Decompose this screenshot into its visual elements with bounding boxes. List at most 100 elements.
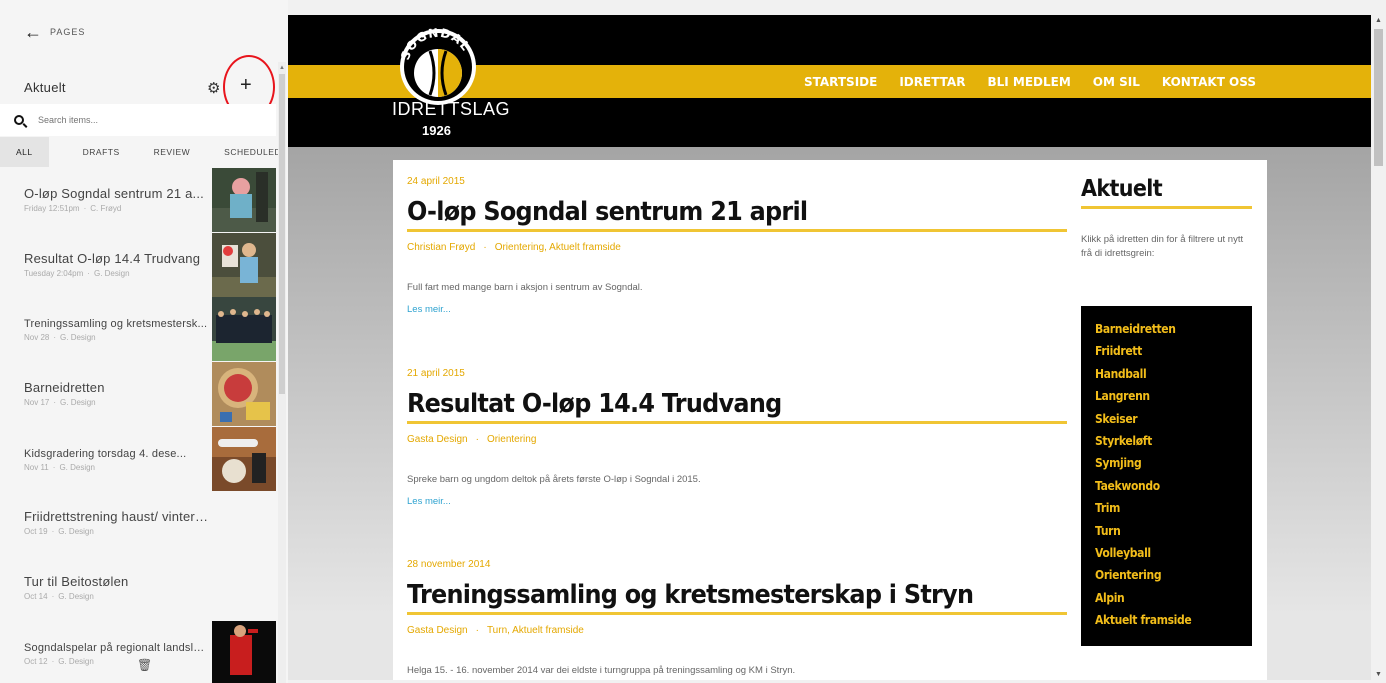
scroll-up-icon[interactable]: ▲ xyxy=(1375,17,1382,24)
post-meta: Gasta Design · Turn, Aktuelt framside xyxy=(407,625,584,636)
item-meta: Friday 12:51pm · C. Frøyd xyxy=(24,204,122,213)
item-title: Treningssamling og kretsmestersk... xyxy=(24,318,208,331)
scrollbar-thumb[interactable] xyxy=(1374,29,1383,166)
category-link[interactable]: Orientering xyxy=(1095,566,1224,588)
item-thumbnail xyxy=(212,232,276,297)
post-title[interactable]: O-løp Sogndal sentrum 21 april xyxy=(407,197,1014,227)
back-label: PAGES xyxy=(50,27,86,37)
item-thumbnail xyxy=(212,297,276,362)
search-icon xyxy=(14,115,24,125)
read-more-link[interactable]: Les meir... xyxy=(407,496,1067,507)
content-area: 24 april 2015 O-løp Sogndal sentrum 21 a… xyxy=(393,160,1267,680)
post-author[interactable]: Gasta Design xyxy=(407,434,468,445)
item-meta: Nov 17 · G. Design xyxy=(24,398,96,408)
tab-scheduled[interactable]: SCHEDULED xyxy=(224,147,281,157)
category-link[interactable]: Turn xyxy=(1095,522,1224,544)
tab-drafts[interactable]: DRAFTS xyxy=(83,147,120,157)
list-item[interactable]: Tur til Beitostølen Oct 14 · G. Design xyxy=(0,556,276,621)
list-item[interactable]: Kidsgradering torsdag 4. dese... Nov 11 ·… xyxy=(0,426,276,492)
category-link[interactable]: Aktuelt framside xyxy=(1095,611,1224,633)
title-underline xyxy=(407,612,1067,615)
post-excerpt: Spreke barn og ungdom deltok på årets fø… xyxy=(407,474,701,485)
item-title: O-løp Sogndal sentrum 21 a... xyxy=(24,186,204,201)
category-link[interactable]: Barneidretten xyxy=(1095,320,1224,342)
list-item[interactable]: Treningssamling og kretsmestersk... Nov … xyxy=(0,297,276,362)
category-link[interactable]: Trim xyxy=(1095,499,1224,521)
post: 21 april 2015 Resultat O-løp 14.4 Trudva… xyxy=(407,368,1067,507)
nav-om-sil[interactable]: OM SIL xyxy=(1093,75,1140,89)
item-title: Barneidretten xyxy=(24,380,105,396)
post-date: 24 april 2015 xyxy=(407,176,465,187)
item-thumbnail xyxy=(212,426,276,491)
pages-panel: ← PAGES Aktuelt ⚙ + ALL DRAFTS REVIEW SC… xyxy=(0,0,288,683)
post-date: 21 april 2015 xyxy=(407,368,465,379)
arrow-left-icon: ← xyxy=(24,22,42,42)
nav-startside[interactable]: STARTSIDE xyxy=(804,75,877,89)
list-item[interactable]: Barneidretten Nov 17 · G. Design xyxy=(0,362,276,427)
sidebar: Aktuelt Klikk på idretten din for å filt… xyxy=(1081,176,1253,646)
post-meta: Christian Frøyd · Orientering, Aktuelt fra… xyxy=(407,242,621,253)
category-link[interactable]: Taekwondo xyxy=(1095,477,1224,499)
item-title: Kidsgradering torsdag 4. dese... xyxy=(24,447,187,460)
category-link[interactable]: Friidrett xyxy=(1095,342,1224,364)
sidebar-heading: Aktuelt xyxy=(1081,176,1163,202)
title-underline xyxy=(407,229,1067,232)
preview-scrollbar[interactable]: ▲ ▼ xyxy=(1371,15,1386,680)
category-list: Barneidretten Friidrett Handball Langren… xyxy=(1081,306,1252,646)
tab-review[interactable]: REVIEW xyxy=(154,147,191,157)
main-nav: STARTSIDE IDRETTAR BLI MEDLEM OM SIL KON… xyxy=(804,65,1256,98)
panel-scrollbar[interactable]: ▲ xyxy=(278,62,286,683)
post-excerpt: Helga 15. - 16. november 2014 var dei el… xyxy=(407,665,796,676)
scrollbar-thumb[interactable] xyxy=(279,74,285,394)
item-meta: Nov 11 · G. Design xyxy=(24,462,96,472)
item-meta: Nov 28 · G. Design xyxy=(24,333,96,343)
nav-kontakt-oss[interactable]: KONTAKT OSS xyxy=(1162,75,1256,89)
post-author[interactable]: Gasta Design xyxy=(407,625,468,636)
search-input[interactable] xyxy=(38,115,238,125)
post-date: 28 november 2014 xyxy=(407,559,491,570)
post: 28 november 2014 Treningssamling og kret… xyxy=(407,559,1067,676)
item-meta: Oct 19 · G. Design xyxy=(24,527,94,537)
nav-idrettar[interactable]: IDRETTAR xyxy=(899,75,965,89)
back-to-pages-button[interactable]: ← PAGES xyxy=(24,22,86,42)
list-item[interactable]: Resultat O-løp 14.4 Trudvang Tuesday 2:0… xyxy=(0,232,276,298)
item-title: Tur til Beitostølen xyxy=(24,574,129,590)
gear-icon[interactable]: ⚙ xyxy=(207,79,220,97)
read-more-link[interactable]: Les meir... xyxy=(407,304,1067,315)
post-categories[interactable]: Orientering, Aktuelt framside xyxy=(495,242,621,253)
list-item[interactable]: Friidrettstrening haust/ vinter 2014... … xyxy=(0,491,276,556)
post-author[interactable]: Christian Frøyd xyxy=(407,242,475,253)
list-item[interactable]: Sogndalspelar på regionalt landsla... Oc… xyxy=(0,620,276,683)
nav-bli-medlem[interactable]: BLI MEDLEM xyxy=(987,75,1070,89)
post-categories[interactable]: Turn, Aktuelt framside xyxy=(487,625,584,636)
item-title: Sogndalspelar på regionalt landsla... xyxy=(24,641,208,654)
section-title: Aktuelt xyxy=(24,80,66,95)
sidebar-description: Klikk på idretten din for å filtrere ut … xyxy=(1081,234,1244,259)
trash-icon[interactable]: 🗑 xyxy=(137,658,152,672)
scroll-up-icon[interactable]: ▲ xyxy=(279,65,285,71)
heading-underline xyxy=(1081,206,1252,209)
post-categories[interactable]: Orientering xyxy=(487,434,536,445)
item-list: O-løp Sogndal sentrum 21 a... Friday 12:… xyxy=(0,168,276,683)
item-title: Resultat O-løp 14.4 Trudvang xyxy=(24,250,201,266)
filter-tabs: ALL DRAFTS REVIEW SCHEDULED xyxy=(0,137,281,167)
item-meta: Oct 14 · G. Design xyxy=(24,592,94,602)
post-title[interactable]: Treningssamling og kretsmesterskap i Str… xyxy=(407,580,1014,610)
item-meta: Oct 12 · G. Design xyxy=(24,656,94,666)
tab-all[interactable]: ALL xyxy=(0,137,49,167)
post-excerpt: Full fart med mange barn i aksjon i sent… xyxy=(407,282,643,293)
item-meta: Tuesday 2:04pm · G. Design xyxy=(24,268,130,278)
category-link[interactable]: Handball xyxy=(1095,365,1224,387)
category-link[interactable]: Volleyball xyxy=(1095,544,1224,566)
category-link[interactable]: Styrkeløft xyxy=(1095,432,1224,454)
category-link[interactable]: Alpin xyxy=(1095,589,1224,611)
post-meta: Gasta Design · Orientering xyxy=(407,434,537,445)
post-title[interactable]: Resultat O-løp 14.4 Trudvang xyxy=(407,389,1014,419)
logo-year: 1926 xyxy=(422,123,451,138)
logo-subtitle: IDRETTSLAG xyxy=(392,99,511,119)
list-item[interactable]: O-løp Sogndal sentrum 21 a... Friday 12:… xyxy=(0,168,276,233)
category-link[interactable]: Langrenn xyxy=(1095,387,1224,409)
category-link[interactable]: Skeiser xyxy=(1095,410,1224,432)
scroll-down-icon[interactable]: ▼ xyxy=(1375,671,1382,678)
category-link[interactable]: Symjing xyxy=(1095,454,1224,476)
